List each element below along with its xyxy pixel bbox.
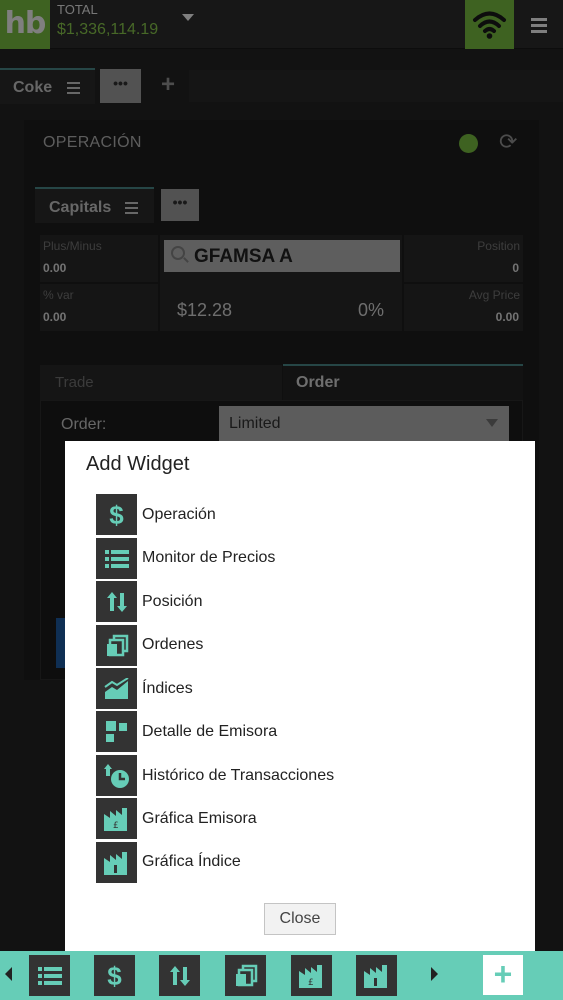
scroll-left-icon[interactable]	[5, 967, 12, 981]
factory-index-glyph	[103, 851, 127, 875]
widget-option-grafica-indice[interactable]: Gráfica Índice	[142, 853, 241, 871]
factory-chart-icon[interactable]: £	[291, 955, 332, 996]
tiles-glyph	[105, 720, 127, 742]
documents-glyph	[106, 634, 128, 656]
factory-chart-glyph: £	[298, 964, 322, 988]
widget-option-operacion[interactable]: Operación	[142, 506, 216, 524]
documents-glyph	[235, 964, 257, 986]
factory-index-icon[interactable]	[356, 955, 397, 996]
list-icon[interactable]	[96, 538, 137, 579]
widget-option-detalle-emisora[interactable]: Detalle de Emisora	[142, 723, 277, 741]
sort-arrows-glyph	[169, 965, 190, 986]
widget-option-indices[interactable]: Índices	[142, 680, 193, 698]
close-button[interactable]: Close	[264, 903, 336, 935]
area-chart-icon[interactable]	[96, 668, 137, 709]
sort-arrows-icon[interactable]	[159, 955, 200, 996]
svg-text:£: £	[308, 978, 314, 988]
widget-option-grafica-emisora[interactable]: Gráfica Emisora	[142, 810, 257, 828]
list-icon-glyph	[37, 966, 62, 985]
dollar-icon[interactable]: $	[94, 955, 135, 996]
widget-option-ordenes[interactable]: Ordenes	[142, 636, 203, 654]
documents-icon[interactable]	[96, 625, 137, 666]
history-clock-glyph	[103, 763, 129, 788]
factory-chart-icon[interactable]: £	[96, 798, 137, 839]
sort-arrows-icon[interactable]	[96, 581, 137, 622]
documents-icon[interactable]	[225, 955, 266, 996]
factory-chart-glyph: £	[103, 807, 127, 831]
list-icon-glyph	[104, 549, 129, 568]
scroll-right-icon[interactable]	[431, 967, 438, 981]
tiles-icon[interactable]	[96, 711, 137, 752]
sort-arrows-glyph	[106, 591, 127, 612]
widget-option-monitor-precios[interactable]: Monitor de Precios	[142, 549, 275, 567]
factory-index-icon[interactable]	[96, 842, 137, 883]
widget-option-posicion[interactable]: Posición	[142, 593, 202, 611]
list-icon[interactable]	[29, 955, 70, 996]
factory-index-glyph	[363, 964, 387, 988]
bottom-toolbar	[0, 951, 563, 1000]
history-clock-icon[interactable]	[96, 755, 137, 796]
add-widget-button[interactable]: +	[483, 955, 523, 995]
widget-option-historico[interactable]: Histórico de Transacciones	[142, 767, 334, 785]
area-chart-glyph	[103, 677, 129, 699]
dialog-title: Add Widget	[86, 453, 190, 475]
svg-text:£: £	[113, 821, 119, 831]
dollar-icon[interactable]: $	[96, 494, 137, 535]
